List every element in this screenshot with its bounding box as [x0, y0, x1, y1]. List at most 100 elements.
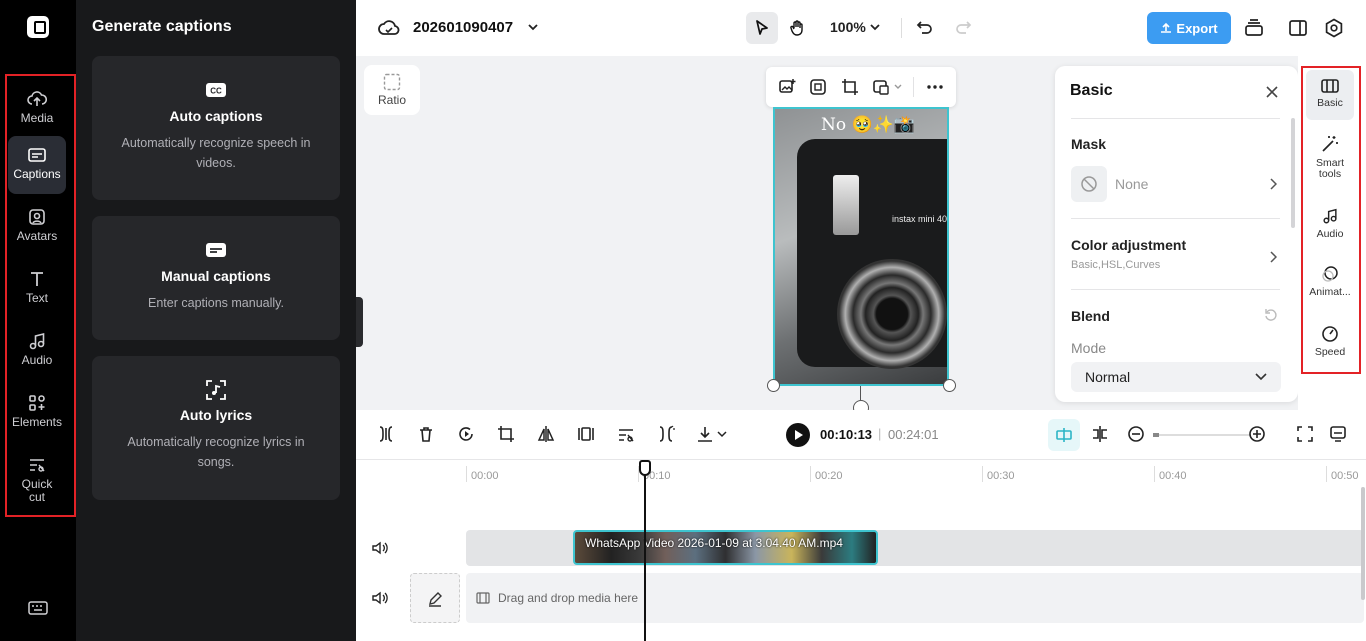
quick-cut-icon[interactable] — [617, 425, 635, 443]
playhead-handle[interactable] — [639, 460, 651, 476]
crop-icon[interactable] — [497, 425, 515, 443]
rail-label-avatars: Avatars — [16, 229, 58, 243]
background-icon[interactable] — [872, 78, 890, 96]
fit-width-icon[interactable] — [577, 425, 595, 443]
fullscreen-icon[interactable] — [1296, 425, 1314, 443]
color-adjustment-label[interactable]: Color adjustment — [1071, 237, 1186, 253]
zoom-level[interactable]: 100% — [830, 19, 866, 35]
rail-item-smart-tools[interactable]: Smart tools — [1306, 134, 1354, 180]
mode-label: Mode — [1071, 340, 1107, 356]
video-clip[interactable]: WhatsApp Video 2026-01-09 at 3.04.40 AM.… — [573, 530, 878, 565]
cloud-sync-icon[interactable] — [378, 18, 400, 38]
mask-thumb[interactable] — [1071, 166, 1107, 202]
reset-icon[interactable] — [1264, 308, 1278, 322]
cc-icon: CC — [206, 83, 226, 97]
panel-scrollbar[interactable] — [1291, 118, 1295, 228]
divider — [1071, 289, 1280, 290]
rail-label-speed: Speed — [1314, 346, 1346, 358]
timeline-scrollbar[interactable] — [1361, 487, 1365, 600]
delete-trash-icon[interactable] — [417, 425, 435, 443]
hand-tool-button[interactable] — [782, 12, 814, 44]
close-icon[interactable] — [1265, 85, 1279, 99]
undo-icon[interactable] — [916, 19, 934, 37]
more-dots-icon[interactable] — [926, 78, 944, 96]
card-auto-captions[interactable]: CC Auto captions Automatically recognize… — [92, 56, 340, 200]
panel-layout-icon[interactable] — [1288, 18, 1308, 38]
zoom-chevron-icon[interactable] — [870, 23, 880, 31]
subtitle-icon — [206, 243, 226, 257]
avatar-icon — [29, 209, 45, 225]
layers-stack-icon[interactable] — [1244, 18, 1264, 38]
play-button[interactable] — [786, 423, 810, 447]
chevron-right-icon[interactable] — [1269, 178, 1277, 190]
music-note-icon — [29, 332, 45, 350]
chevron-down-icon[interactable] — [527, 22, 539, 32]
video-preview[interactable]: instax mini 40 No 🥹✨📸 — [773, 107, 949, 386]
download-chevron-icon[interactable] — [717, 430, 727, 438]
auto-snap-button[interactable] — [1048, 419, 1080, 451]
zoom-slider-thumb[interactable] — [1153, 433, 1159, 437]
rail-label-animation: Animat... — [1309, 286, 1351, 298]
ratio-icon — [383, 73, 401, 91]
zoom-out-icon[interactable] — [1127, 425, 1145, 443]
card-auto-lyrics[interactable]: Auto lyrics Automatically recognize lyri… — [92, 356, 340, 500]
panel-collapse-handle[interactable] — [356, 297, 363, 347]
export-button[interactable]: Export — [1147, 12, 1231, 44]
rail-item-audio-right[interactable]: Audio — [1306, 207, 1354, 240]
chevron-right-icon[interactable] — [1269, 251, 1277, 263]
rail-item-captions[interactable]: Captions — [8, 136, 66, 194]
select-tool-button[interactable] — [746, 12, 778, 44]
rail-item-basic[interactable]: Basic — [1306, 70, 1354, 120]
blend-mode-value: Normal — [1085, 369, 1131, 385]
camera-flash — [833, 175, 859, 235]
ratio-button[interactable]: Ratio — [364, 65, 420, 115]
mask-value[interactable]: None — [1115, 176, 1148, 192]
freeze-frame-icon[interactable] — [457, 425, 475, 443]
keyboard-icon[interactable] — [28, 600, 48, 616]
camera-label: instax mini 40 — [892, 214, 948, 224]
split-icon[interactable] — [377, 425, 395, 443]
resize-handle-bottom-right[interactable] — [943, 379, 956, 392]
chevron-down-icon — [1255, 373, 1267, 381]
card-manual-captions[interactable]: Manual captions Enter captions manually. — [92, 216, 340, 340]
zoom-in-icon[interactable] — [1248, 425, 1266, 443]
image-replace-icon[interactable] — [778, 78, 796, 96]
rail-label-audio: Audio — [21, 353, 53, 367]
settings-gear-icon[interactable] — [1324, 18, 1344, 38]
download-icon[interactable] — [696, 425, 714, 443]
smart-split-icon[interactable] — [657, 425, 675, 443]
drop-zone[interactable]: Drag and drop media here — [466, 573, 1364, 623]
rail-item-quick-cut[interactable]: Quick cut — [8, 446, 66, 512]
zoom-slider-track[interactable] — [1153, 434, 1251, 436]
rail-item-elements[interactable]: Elements — [8, 384, 66, 442]
flip-icon[interactable] — [537, 425, 555, 443]
panel-title: Generate captions — [92, 18, 232, 35]
rail-item-speed[interactable]: Speed — [1306, 325, 1354, 358]
svg-text:CC: CC — [210, 87, 222, 96]
caption-monitor-icon[interactable] — [1329, 425, 1347, 443]
card-title: Auto captions — [169, 108, 263, 124]
overlay-caption-text[interactable]: No 🥹✨📸 — [821, 115, 915, 135]
fit-frame-icon[interactable] — [809, 78, 827, 96]
rail-label-text: Text — [25, 291, 48, 305]
speaker-icon[interactable] — [372, 541, 388, 555]
resize-handle-bottom-left[interactable] — [767, 379, 780, 392]
crop-icon[interactable] — [841, 78, 859, 96]
speaker-icon[interactable] — [372, 591, 388, 605]
app-logo[interactable] — [27, 16, 49, 38]
add-text-track-button[interactable] — [410, 573, 460, 623]
toolbar-chevron-icon[interactable] — [894, 84, 902, 90]
project-name[interactable]: 202601090407 — [413, 19, 513, 36]
rail-item-avatars[interactable]: Avatars — [8, 198, 66, 256]
card-desc: Automatically recognize lyrics in songs. — [127, 435, 305, 469]
rail-item-text[interactable]: Text — [8, 260, 66, 318]
link-split-icon[interactable] — [1091, 425, 1109, 443]
blend-mode-select[interactable]: Normal — [1071, 362, 1281, 392]
rail-item-media[interactable]: Media — [8, 80, 66, 138]
rail-item-audio[interactable]: Audio — [8, 322, 66, 380]
ruler-label: 00:20 — [815, 470, 843, 482]
camera-image: instax mini 40 — [797, 139, 948, 369]
redo-icon[interactable] — [954, 19, 972, 37]
rail-item-animation[interactable]: Animat... — [1306, 265, 1354, 298]
playhead[interactable] — [644, 468, 646, 641]
